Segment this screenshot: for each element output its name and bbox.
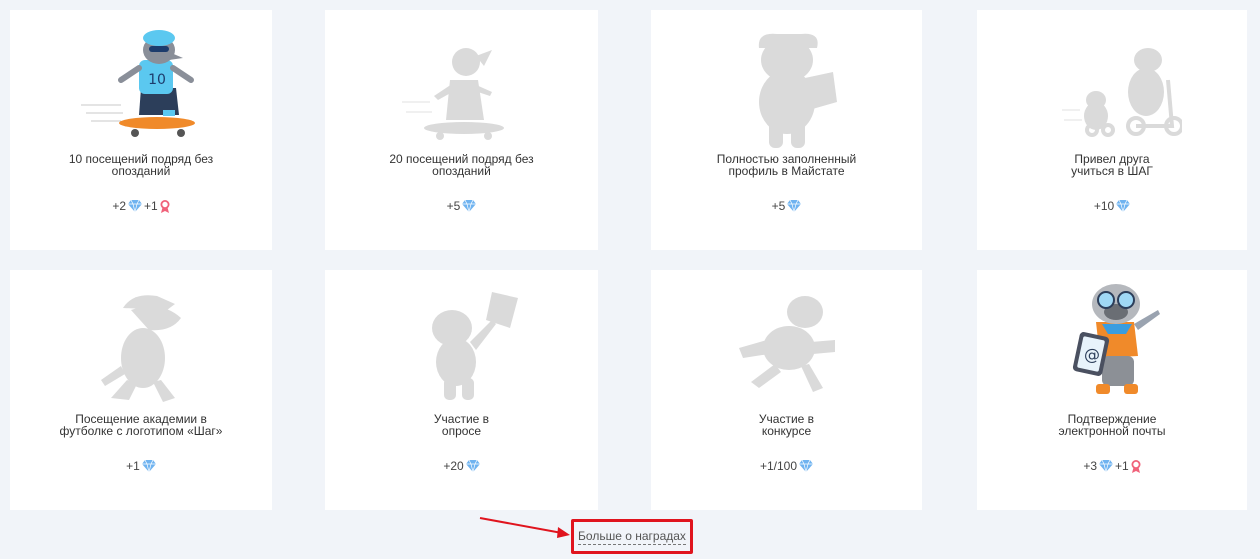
- award-ribbon-icon: [160, 199, 170, 213]
- title-line: футболке с логотипом «Шаг»: [59, 424, 223, 438]
- svg-text:10: 10: [148, 72, 166, 88]
- reward: +20: [325, 459, 598, 473]
- running-bear-silhouette-image: [651, 270, 922, 415]
- more-about-awards-link[interactable]: Больше о наградах: [571, 519, 693, 554]
- gem-count: +5: [771, 199, 786, 213]
- reward: +3 +1: [977, 459, 1247, 473]
- title-line: электронной почты: [1058, 424, 1166, 438]
- achievement-card-6: Участие в опросе +20: [325, 270, 598, 510]
- diamond-icon: [1099, 460, 1113, 472]
- reward: +5: [325, 199, 598, 213]
- achievement-title: Участие в конкурсе: [671, 413, 902, 437]
- dino-cap-silhouette-image: [10, 270, 272, 415]
- gem-count: +5: [446, 199, 461, 213]
- title-line: опросе: [441, 424, 482, 438]
- reward: +1: [10, 459, 272, 473]
- character-with-sign-silhouette-image: [325, 270, 598, 415]
- reward: +10: [977, 199, 1247, 213]
- achievement-card-3: Полностью заполненный профиль в Майстате…: [651, 10, 922, 250]
- rat-skateboarder-image: 10: [10, 10, 272, 155]
- achievement-card-2: 20 посещений подряд без опозданий +5: [325, 10, 598, 250]
- achievement-title: Участие в опросе: [345, 413, 578, 437]
- title-line: опозданий: [432, 164, 491, 178]
- title-line: учиться в ШАГ: [1071, 164, 1153, 178]
- gem-count: +1: [126, 459, 140, 473]
- award-ribbon-icon: [1131, 459, 1141, 473]
- ribbon-count: +1: [144, 199, 158, 213]
- achievement-card-1: 10 10 посещений подряд без опозданий +2 …: [10, 10, 272, 250]
- title-line: опозданий: [111, 164, 171, 178]
- bear-scooter-silhouette-image: [977, 10, 1247, 155]
- gem-count: +20: [443, 459, 464, 473]
- gem-count: +2: [112, 199, 126, 213]
- gem-count: +10: [1093, 199, 1115, 213]
- diamond-icon: [799, 460, 814, 472]
- reward: +5: [651, 199, 922, 213]
- reward: +2 +1: [10, 199, 272, 213]
- title-line: конкурсе: [761, 424, 812, 438]
- ribbon-count: +1: [1115, 459, 1129, 473]
- svg-text:@: @: [1084, 345, 1100, 364]
- achievement-card-4: Привел друга учиться в ШАГ +10: [977, 10, 1247, 250]
- achievement-title: Подтверждение электронной почты: [997, 413, 1227, 437]
- achievement-title: Привел друга учиться в ШАГ: [997, 153, 1227, 177]
- skateboarder-silhouette-image: [325, 10, 598, 155]
- achievement-card-7: Участие в конкурсе +1/100: [651, 270, 922, 510]
- dog-with-paper-silhouette-image: [651, 10, 922, 155]
- achievement-title: 20 посещений подряд без опозданий: [345, 153, 578, 177]
- diamond-icon: [1116, 200, 1131, 212]
- achievement-card-8: @ Подтверждение электронной почты +3 +1: [977, 270, 1247, 510]
- diamond-icon: [462, 200, 477, 212]
- more-about-awards-label[interactable]: Больше о наградах: [578, 529, 686, 545]
- achievement-title: 10 посещений подряд без опозданий: [30, 153, 252, 177]
- gem-count: +3: [1083, 459, 1097, 473]
- title-line: профиль в Майстате: [728, 164, 845, 178]
- diamond-icon: [141, 460, 156, 472]
- diamond-icon: [465, 460, 480, 472]
- reward: +1/100: [651, 459, 922, 473]
- diamond-icon: [128, 200, 142, 212]
- achievement-card-5: Посещение академии в футболке с логотипо…: [10, 270, 272, 510]
- annotation-arrow-icon: [479, 517, 570, 538]
- diamond-icon: [787, 200, 802, 212]
- achievement-title: Полностью заполненный профиль в Майстате: [671, 153, 902, 177]
- achievement-title: Посещение академии в футболке с логотипо…: [30, 413, 252, 437]
- pug-with-tablet-image: @: [977, 270, 1247, 415]
- gem-count: +1/100: [759, 459, 798, 473]
